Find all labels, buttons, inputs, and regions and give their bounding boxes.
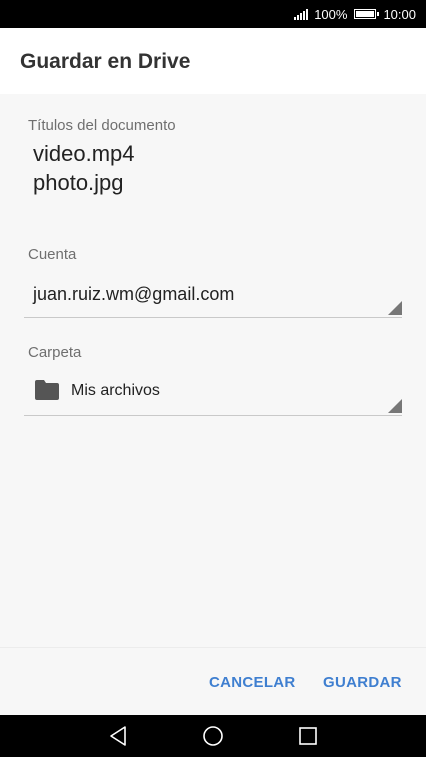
clock: 10:00 (383, 6, 416, 22)
document-titles-label: Títulos del documento (28, 117, 176, 134)
dropdown-arrow-icon (388, 399, 402, 413)
document-title-2[interactable]: photo.jpg (33, 170, 124, 196)
cancel-button[interactable]: CANCELAR (209, 674, 296, 691)
signal-icon (294, 8, 309, 20)
dropdown-arrow-icon (388, 301, 402, 315)
folder-value: Mis archivos (71, 382, 160, 399)
status-bar: 100% 10:00 (0, 0, 426, 28)
account-dropdown[interactable]: juan.ruiz.wm@gmail.com (24, 278, 402, 318)
home-icon[interactable] (201, 724, 225, 748)
battery-percentage: 100% (314, 6, 348, 22)
account-label: Cuenta (28, 246, 77, 263)
screen: 100% 10:00 Guardar en Drive Títulos del … (0, 0, 426, 757)
app-bar: Guardar en Drive (0, 28, 426, 94)
dialog-actions: CANCELAR GUARDAR (0, 647, 426, 715)
page-title: Guardar en Drive (20, 50, 191, 73)
battery-icon (354, 9, 380, 19)
save-button[interactable]: GUARDAR (323, 674, 402, 691)
back-icon[interactable] (107, 724, 131, 748)
folder-icon (35, 380, 59, 400)
account-value: juan.ruiz.wm@gmail.com (33, 284, 235, 304)
navigation-bar (0, 715, 426, 757)
folder-dropdown[interactable]: Mis archivos (24, 376, 402, 416)
document-title-1[interactable]: video.mp4 (33, 141, 135, 167)
status-indicators: 100% 10:00 (294, 6, 416, 22)
folder-label: Carpeta (28, 344, 82, 361)
save-form: Títulos del documento video.mp4 photo.jp… (0, 94, 426, 647)
recents-icon[interactable] (296, 724, 320, 748)
